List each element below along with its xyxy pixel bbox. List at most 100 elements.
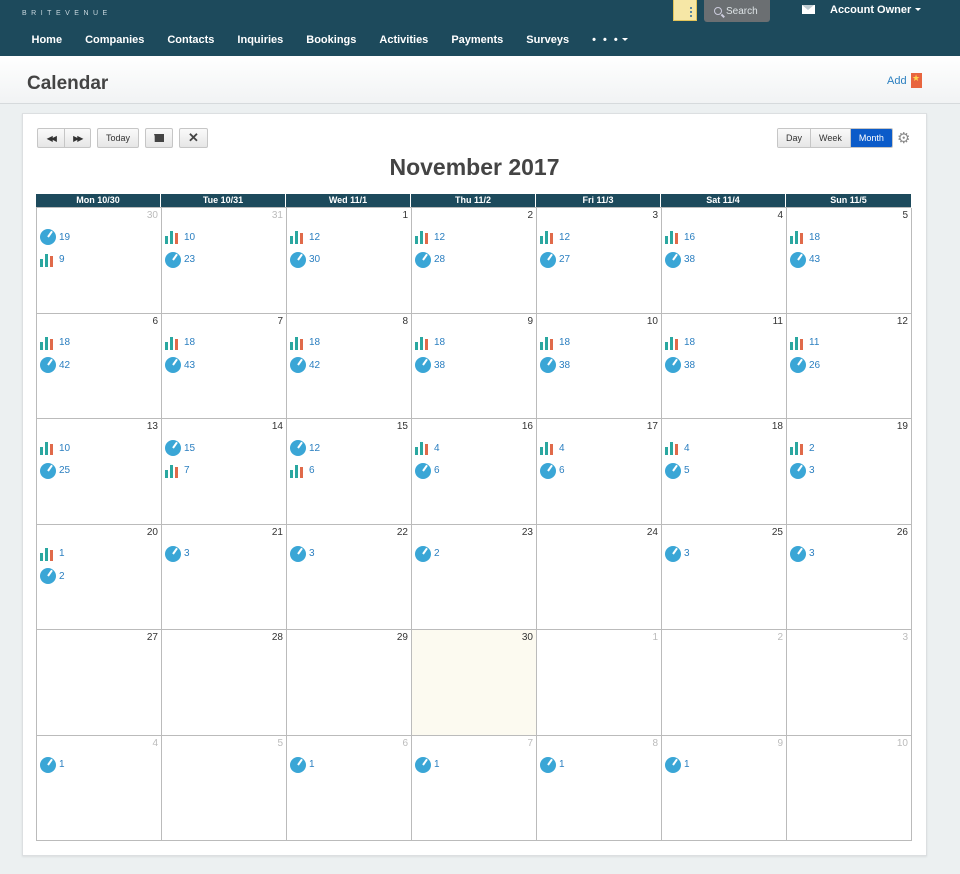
day-cell[interactable]: 9 18 38 bbox=[412, 313, 537, 419]
day-number[interactable]: 15 bbox=[397, 421, 408, 432]
booking-count-link[interactable]: 42 bbox=[40, 354, 70, 377]
add-link[interactable]: Add bbox=[887, 75, 907, 87]
inquiry-count-link[interactable]: 18 bbox=[665, 332, 695, 355]
day-number[interactable]: 4 bbox=[777, 210, 783, 221]
day-number[interactable]: 31 bbox=[272, 210, 283, 221]
booking-count-link[interactable]: 26 bbox=[790, 354, 820, 377]
inquiry-count-link[interactable]: 16 bbox=[665, 226, 695, 249]
inquiry-count-link[interactable]: 6 bbox=[290, 460, 320, 483]
booking-count-link[interactable]: 2 bbox=[415, 543, 440, 566]
booking-count-link[interactable]: 1 bbox=[540, 754, 565, 777]
day-cell[interactable]: 21 3 bbox=[162, 524, 287, 630]
day-cell[interactable]: 11 18 38 bbox=[662, 313, 787, 419]
booking-count-link[interactable]: 3 bbox=[790, 543, 815, 566]
inquiry-count-link[interactable]: 18 bbox=[165, 332, 195, 355]
day-cell[interactable]: 16 4 6 bbox=[412, 419, 537, 525]
inquiry-count-link[interactable]: 18 bbox=[415, 332, 445, 355]
booking-count-link[interactable]: 27 bbox=[540, 249, 570, 272]
day-number[interactable]: 30 bbox=[522, 632, 533, 643]
inquiry-count-link[interactable]: 18 bbox=[40, 332, 70, 355]
booking-count-link[interactable]: 5 bbox=[665, 460, 690, 483]
booking-count-link[interactable]: 38 bbox=[665, 249, 695, 272]
search-button[interactable]: Search bbox=[704, 0, 770, 22]
booking-count-link[interactable]: 38 bbox=[415, 354, 445, 377]
next-button[interactable]: ▶▶ bbox=[63, 129, 91, 147]
bookmark-icon[interactable] bbox=[911, 73, 922, 88]
inquiry-count-link[interactable]: 4 bbox=[665, 437, 690, 460]
nav-inquiries[interactable]: Inquiries bbox=[226, 34, 295, 46]
booking-count-link[interactable]: 1 bbox=[40, 754, 65, 777]
day-cell[interactable]: 3 bbox=[787, 630, 912, 736]
day-number[interactable]: 22 bbox=[397, 527, 408, 538]
booking-count-link[interactable]: 6 bbox=[415, 460, 440, 483]
day-number[interactable]: 16 bbox=[522, 421, 533, 432]
day-number[interactable]: 23 bbox=[522, 527, 533, 538]
day-number[interactable]: 10 bbox=[897, 738, 908, 749]
day-cell[interactable]: 5 bbox=[162, 735, 287, 841]
day-number[interactable]: 10 bbox=[647, 316, 658, 327]
day-number[interactable]: 30 bbox=[147, 210, 158, 221]
today-button[interactable]: Today bbox=[97, 128, 139, 148]
booking-count-link[interactable]: 12 bbox=[290, 437, 320, 460]
day-cell[interactable]: 22 3 bbox=[287, 524, 412, 630]
day-number[interactable]: 3 bbox=[652, 210, 658, 221]
day-number[interactable]: 13 bbox=[147, 421, 158, 432]
day-number[interactable]: 7 bbox=[527, 738, 533, 749]
day-number[interactable]: 3 bbox=[902, 632, 908, 643]
day-cell[interactable]: 10 18 38 bbox=[537, 313, 662, 419]
booking-count-link[interactable]: 15 bbox=[165, 437, 195, 460]
day-number[interactable]: 2 bbox=[527, 210, 533, 221]
day-number[interactable]: 7 bbox=[277, 316, 283, 327]
day-number[interactable]: 29 bbox=[397, 632, 408, 643]
inquiry-count-link[interactable]: 11 bbox=[790, 332, 820, 355]
day-cell[interactable]: 5 18 43 bbox=[787, 208, 912, 314]
booking-count-link[interactable]: 28 bbox=[415, 249, 445, 272]
day-cell[interactable]: 23 2 bbox=[412, 524, 537, 630]
inquiry-count-link[interactable]: 4 bbox=[415, 437, 440, 460]
booking-count-link[interactable]: 3 bbox=[790, 460, 815, 483]
day-number[interactable]: 5 bbox=[277, 738, 283, 749]
booking-count-link[interactable]: 6 bbox=[540, 460, 565, 483]
day-cell[interactable]: 71 bbox=[412, 735, 537, 841]
gear-icon[interactable]: ⚙ bbox=[897, 131, 911, 146]
day-number[interactable]: 20 bbox=[147, 527, 158, 538]
day-cell[interactable]: 61 bbox=[287, 735, 412, 841]
inquiry-count-link[interactable]: 2 bbox=[790, 437, 815, 460]
day-cell[interactable]: 15 12 6 bbox=[287, 419, 412, 525]
booking-count-link[interactable]: 1 bbox=[665, 754, 690, 777]
day-number[interactable]: 1 bbox=[652, 632, 658, 643]
nav-activities[interactable]: Activities bbox=[368, 34, 440, 46]
day-cell[interactable]: 13 10 25 bbox=[37, 419, 162, 525]
day-number[interactable]: 27 bbox=[147, 632, 158, 643]
booking-count-link[interactable]: 23 bbox=[165, 249, 195, 272]
day-number[interactable]: 14 bbox=[272, 421, 283, 432]
day-cell[interactable]: 8 18 42 bbox=[287, 313, 412, 419]
day-cell[interactable]: 27 bbox=[37, 630, 162, 736]
day-number[interactable]: 9 bbox=[777, 738, 783, 749]
day-number[interactable]: 28 bbox=[272, 632, 283, 643]
inquiry-count-link[interactable]: 18 bbox=[290, 332, 320, 355]
day-number[interactable]: 18 bbox=[772, 421, 783, 432]
day-number[interactable]: 12 bbox=[897, 316, 908, 327]
day-cell[interactable]: 28 bbox=[162, 630, 287, 736]
brand-logo[interactable]: BRITEVENUE bbox=[22, 10, 112, 17]
day-number[interactable]: 6 bbox=[402, 738, 408, 749]
booking-count-link[interactable]: 42 bbox=[290, 354, 320, 377]
day-number[interactable]: 19 bbox=[897, 421, 908, 432]
day-number[interactable]: 21 bbox=[272, 527, 283, 538]
inquiry-count-link[interactable]: 12 bbox=[290, 226, 320, 249]
day-cell[interactable]: 20 1 2 bbox=[37, 524, 162, 630]
view-month-button[interactable]: Month bbox=[850, 129, 892, 147]
nav-companies[interactable]: Companies bbox=[74, 34, 156, 46]
account-menu[interactable]: Account Owner bbox=[830, 4, 922, 16]
notes-icon[interactable] bbox=[673, 0, 697, 21]
nav-home[interactable]: Home bbox=[20, 34, 74, 46]
nav-surveys[interactable]: Surveys bbox=[515, 34, 581, 46]
day-cell[interactable]: 18 4 5 bbox=[662, 419, 787, 525]
view-day-button[interactable]: Day bbox=[778, 129, 812, 147]
booking-count-link[interactable]: 25 bbox=[40, 460, 70, 483]
day-cell[interactable]: 1 bbox=[537, 630, 662, 736]
day-cell[interactable]: 2 bbox=[662, 630, 787, 736]
nav-bookings[interactable]: Bookings bbox=[295, 34, 368, 46]
booking-count-link[interactable]: 30 bbox=[290, 249, 320, 272]
